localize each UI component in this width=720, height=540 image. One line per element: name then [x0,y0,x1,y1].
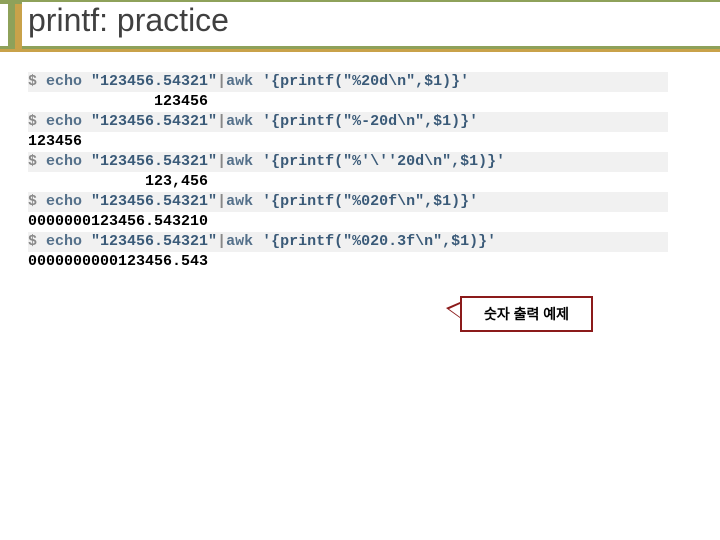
code-line: 123,456 [28,172,668,192]
code-line: $ echo "123456.54321"|awk '{printf("%20d… [28,72,668,92]
code-line: $ echo "123456.54321"|awk '{printf("%020… [28,192,668,212]
callout: 숫자 출력 예제 [460,296,593,332]
code-line: $ echo "123456.54321"|awk '{printf("%020… [28,232,668,252]
page-title: printf: practice [28,2,229,39]
ornament-gold [15,0,22,52]
callout-text: 숫자 출력 예제 [460,296,593,332]
code-line: 123456 [28,132,668,152]
code-line: 0000000123456.543210 [28,212,668,232]
rule-gold [0,49,720,52]
ornament-stub-bot [0,49,22,52]
code-line: $ echo "123456.54321"|awk '{printf("%-20… [28,112,668,132]
slide: printf: practice $ echo "123456.54321"|a… [0,0,720,540]
code-block: $ echo "123456.54321"|awk '{printf("%20d… [28,72,668,272]
callout-tail-icon [446,302,460,318]
ornament-stub-top [0,0,22,4]
ornament-green [8,0,15,52]
code-line: 0000000000123456.543 [28,252,668,272]
code-line: 123456 [28,92,668,112]
code-line: $ echo "123456.54321"|awk '{printf("%'\'… [28,152,668,172]
